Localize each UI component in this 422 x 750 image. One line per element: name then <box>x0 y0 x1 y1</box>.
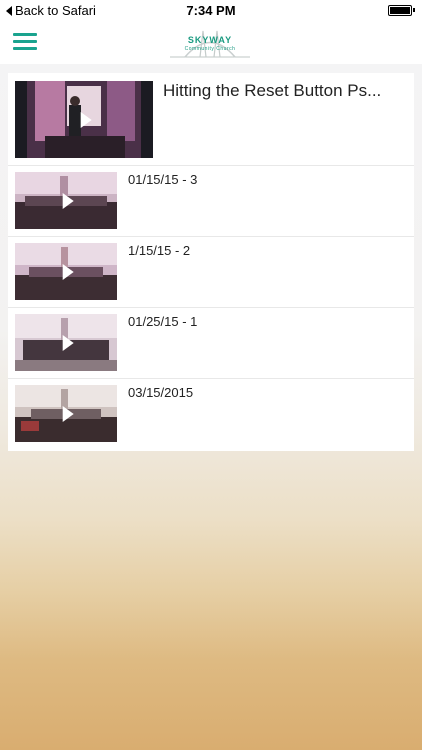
video-row[interactable]: 01/15/15 - 3 <box>8 166 414 237</box>
video-thumbnail <box>15 314 117 371</box>
play-icon <box>80 111 92 128</box>
battery-icon <box>388 5 412 16</box>
video-thumbnail <box>15 81 153 158</box>
video-title: 01/25/15 - 1 <box>128 314 198 329</box>
logo-tagline: Community Church <box>184 46 236 52</box>
status-time: 7:34 PM <box>186 3 236 18</box>
video-thumbnail <box>15 385 117 442</box>
video-thumbnail <box>15 243 117 300</box>
video-row[interactable]: 03/15/2015 <box>8 379 414 451</box>
video-list: Hitting the Reset Button Ps... 01/15/15 … <box>8 73 414 451</box>
video-title: 03/15/2015 <box>128 385 194 400</box>
video-title: Hitting the Reset Button Ps... <box>163 81 382 100</box>
status-bar: Back to Safari 7:34 PM <box>0 0 422 20</box>
video-row[interactable]: 01/25/15 - 1 <box>8 308 414 379</box>
battery-tip <box>413 8 415 12</box>
video-row[interactable]: 1/15/15 - 2 <box>8 237 414 308</box>
play-icon <box>62 263 74 280</box>
video-thumbnail <box>15 172 117 229</box>
play-icon <box>62 334 74 351</box>
church-logo: SKYWAY Community Church <box>165 23 255 61</box>
logo-name: SKYWAY <box>187 35 233 45</box>
video-title: 1/15/15 - 2 <box>128 243 191 258</box>
nav-bar: SKYWAY Community Church <box>0 20 422 64</box>
play-icon <box>62 192 74 209</box>
play-icon <box>62 405 74 422</box>
hamburger-icon[interactable] <box>13 33 37 51</box>
video-title: 01/15/15 - 3 <box>128 172 198 187</box>
featured-video-row[interactable]: Hitting the Reset Button Ps... <box>8 73 414 166</box>
